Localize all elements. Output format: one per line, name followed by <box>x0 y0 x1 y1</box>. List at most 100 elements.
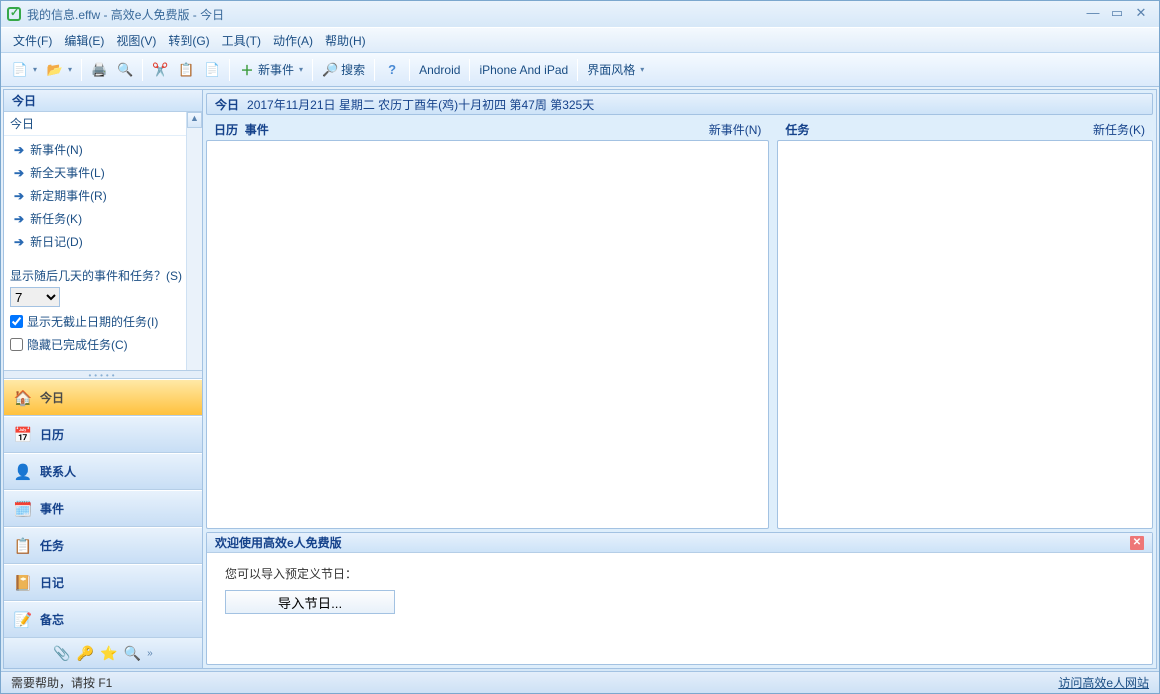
nav-notes[interactable]: 📝备忘 <box>4 601 202 638</box>
new-file-button[interactable]: 📄▾ <box>7 58 42 82</box>
minimize-button[interactable]: — <box>1081 5 1105 23</box>
sidebar-bottom-icons: 📎 🔑 ⭐ 🔍 » <box>4 638 202 668</box>
search-icon: 🔎 <box>322 62 338 78</box>
calendar-icon: 📅 <box>14 426 32 444</box>
arrow-icon: ➔ <box>14 166 24 180</box>
new-event-link[interactable]: 新事件(N) <box>709 121 762 138</box>
paste-icon: 📄 <box>204 62 220 78</box>
new-task-link[interactable]: 新任务(K) <box>1093 121 1145 138</box>
close-button[interactable]: ✕ <box>1129 5 1153 23</box>
sidebar-header: 今日 <box>4 90 202 112</box>
arrow-icon: ➔ <box>14 235 24 249</box>
tasks-list <box>777 140 1153 529</box>
more-icon[interactable]: » <box>147 648 153 659</box>
menubar: 文件(F) 编辑(E) 视图(V) 转到(G) 工具(T) 动作(A) 帮助(H… <box>1 27 1159 53</box>
sidebar-gripper[interactable]: ••••• <box>4 371 202 379</box>
file-icon: 📄 <box>12 62 28 78</box>
scroll-up-icon[interactable]: ▲ <box>187 112 202 128</box>
nav-tasks[interactable]: 📋任务 <box>4 527 202 564</box>
android-button[interactable]: Android <box>414 58 465 82</box>
tasks-panel: 任务 新任务(K) <box>777 118 1153 529</box>
welcome-panel: 欢迎使用高效e人免费版 ✕ 您可以导入预定义节日： 导入节日... <box>206 532 1153 665</box>
app-icon <box>7 7 21 21</box>
events-icon: 🗓️ <box>14 500 32 518</box>
sidebar-pane: 今日 ➔新事件(N) ➔新全天事件(L) ➔新定期事件(R) ➔新任务(K) ➔… <box>4 112 202 371</box>
sidebar-link-new-diary[interactable]: ➔新日记(D) <box>4 230 202 253</box>
app-window: 我的信息.effw - 高效e人免费版 - 今日 — ▭ ✕ 文件(F) 编辑(… <box>0 0 1160 694</box>
nav-today[interactable]: 🏠今日 <box>4 379 202 416</box>
copy-button[interactable]: 📋 <box>173 58 199 82</box>
open-button[interactable]: 📂▾ <box>42 58 77 82</box>
new-event-label: 新事件 <box>258 61 294 78</box>
help-button[interactable]: ? <box>379 58 405 82</box>
home-icon: 🏠 <box>14 389 32 407</box>
cut-icon: ✂️ <box>152 62 168 78</box>
menu-action[interactable]: 动作(A) <box>267 30 319 51</box>
days-select[interactable]: 7 <box>10 287 60 307</box>
search-mini-icon[interactable]: 🔍 <box>124 645 141 662</box>
nav-calendar[interactable]: 📅日历 <box>4 416 202 453</box>
preview-button[interactable]: 🔍 <box>112 58 138 82</box>
menu-help[interactable]: 帮助(H) <box>319 30 372 51</box>
new-event-button[interactable]: ＋新事件▾ <box>234 58 308 82</box>
show-days-label: 显示随后几天的事件和任务？(S) <box>10 267 196 284</box>
cut-button[interactable]: ✂️ <box>147 58 173 82</box>
date-bar: 今日 2017年11月21日 星期二 农历丁酉年(鸡)十月初四 第47周 第32… <box>206 93 1153 115</box>
calendar-label: 日历 <box>214 121 238 138</box>
preview-icon: 🔍 <box>117 62 133 78</box>
maximize-button[interactable]: ▭ <box>1105 5 1129 23</box>
today-label: 今日 <box>215 96 239 113</box>
calendar-events-panel: 日历 事件 新事件(N) <box>206 118 769 529</box>
arrow-icon: ➔ <box>14 143 24 157</box>
window-title: 我的信息.effw - 高效e人免费版 - 今日 <box>27 6 224 23</box>
nav-diary[interactable]: 📔日记 <box>4 564 202 601</box>
notes-icon: 📝 <box>14 611 32 629</box>
menu-edit[interactable]: 编辑(E) <box>58 30 110 51</box>
folder-open-icon: 📂 <box>47 62 63 78</box>
paste-button[interactable]: 📄 <box>199 58 225 82</box>
sidebar-link-new-event[interactable]: ➔新事件(N) <box>4 138 202 161</box>
toolbar: 📄▾ 📂▾ 🖨️ 🔍 ✂️ 📋 📄 ＋新事件▾ 🔎搜索 ? Android iP… <box>1 53 1159 87</box>
menu-goto[interactable]: 转到(G) <box>162 30 215 51</box>
search-button[interactable]: 🔎搜索 <box>317 58 370 82</box>
tasks-label: 任务 <box>785 121 809 138</box>
sidebar-link-new-allday[interactable]: ➔新全天事件(L) <box>4 161 202 184</box>
events-list <box>206 140 769 529</box>
diary-icon: 📔 <box>14 574 32 592</box>
welcome-text: 您可以导入预定义节日： <box>225 565 1134 582</box>
print-button[interactable]: 🖨️ <box>86 58 112 82</box>
main-area: 今日 2017年11月21日 星期二 农历丁酉年(鸡)十月初四 第47周 第32… <box>203 90 1156 668</box>
attachment-icon[interactable]: 📎 <box>53 645 70 662</box>
close-icon[interactable]: ✕ <box>1130 536 1144 550</box>
print-icon: 🖨️ <box>91 62 107 78</box>
menu-tools[interactable]: 工具(T) <box>216 30 267 51</box>
sidebar-link-new-recurring[interactable]: ➔新定期事件(R) <box>4 184 202 207</box>
import-holidays-button[interactable]: 导入节日... <box>225 590 395 614</box>
nav-events[interactable]: 🗓️事件 <box>4 490 202 527</box>
menu-view[interactable]: 视图(V) <box>110 30 162 51</box>
sidebar-link-new-task[interactable]: ➔新任务(K) <box>4 207 202 230</box>
events-label: 事件 <box>245 121 269 138</box>
favorites-icon[interactable]: ⭐ <box>100 645 117 662</box>
arrow-icon: ➔ <box>14 212 24 226</box>
sidebar-scrollbar[interactable]: ▲ <box>186 112 202 370</box>
nav-contacts[interactable]: 👤联系人 <box>4 453 202 490</box>
date-text: 2017年11月21日 星期二 农历丁酉年(鸡)十月初四 第47周 第325天 <box>247 96 594 113</box>
chk-hide-done[interactable] <box>10 338 23 351</box>
help-icon: ? <box>384 62 400 78</box>
statusbar: 需要帮助，请按 F1 访问高效e人网站 <box>1 671 1159 693</box>
contacts-icon: 👤 <box>14 463 32 481</box>
plus-icon: ＋ <box>239 62 255 78</box>
titlebar: 我的信息.effw - 高效e人免费版 - 今日 — ▭ ✕ <box>1 1 1159 27</box>
search-label: 搜索 <box>341 61 365 78</box>
style-button[interactable]: 界面风格▾ <box>582 58 649 82</box>
status-help: 需要帮助，请按 F1 <box>11 674 112 691</box>
website-link[interactable]: 访问高效e人网站 <box>1058 674 1149 691</box>
arrow-icon: ➔ <box>14 189 24 203</box>
menu-file[interactable]: 文件(F) <box>7 30 58 51</box>
copy-icon: 📋 <box>178 62 194 78</box>
welcome-title: 欢迎使用高效e人免费版 <box>215 534 342 551</box>
chk-no-deadline[interactable] <box>10 315 23 328</box>
key-icon[interactable]: 🔑 <box>77 645 94 662</box>
iphone-button[interactable]: iPhone And iPad <box>474 58 573 82</box>
